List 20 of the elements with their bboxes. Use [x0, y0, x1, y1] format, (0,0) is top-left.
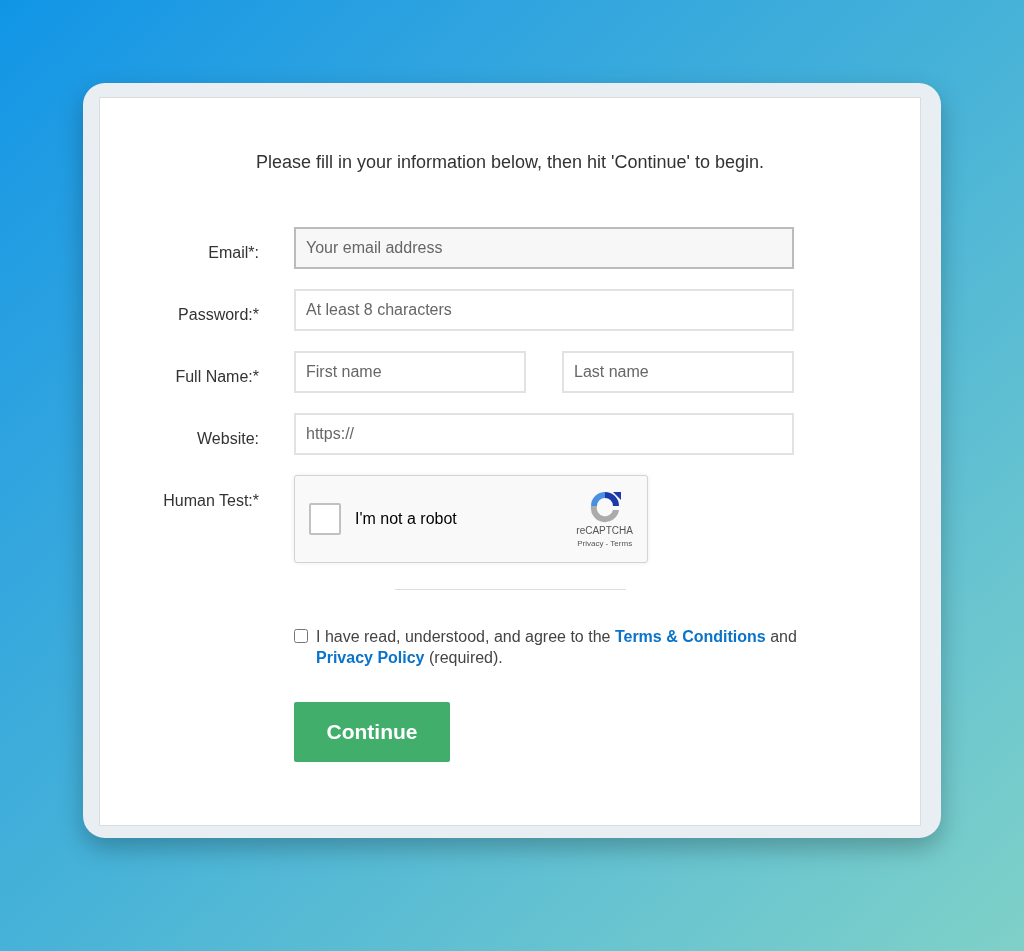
field-label: Email*:: [207, 243, 259, 263]
continue-button[interactable]: Continue: [294, 702, 450, 762]
field-label: Full Name:*: [174, 367, 259, 387]
captcha-links[interactable]: Privacy - Terms: [577, 538, 633, 550]
captcha-checkbox[interactable]: [309, 503, 341, 535]
text-field[interactable]: https://: [294, 413, 794, 455]
intro-text: Please fill in your information below, then hit 'Continue' to begin.: [254, 151, 766, 174]
field-label: Password:*: [177, 305, 259, 325]
text-field[interactable]: Your email address: [294, 227, 794, 269]
agreement-text: I have read, understood, and agree to the Terms & Conditions and Privacy Policy (required).: [316, 627, 798, 668]
text-field[interactable]: Last name: [562, 351, 794, 393]
captcha-label: I'm not a robot: [355, 509, 458, 529]
agreement-link[interactable]: Terms & Conditions: [614, 628, 766, 645]
field-label: Human Test:*: [162, 491, 259, 511]
field-label: Website:: [196, 429, 259, 449]
text-field[interactable]: At least 8 characters: [294, 289, 794, 331]
captcha-brand: reCAPTCHA: [576, 524, 633, 538]
agreement-checkbox[interactable]: [294, 629, 308, 643]
agreement-link[interactable]: Privacy Policy: [316, 649, 425, 666]
text-field[interactable]: First name: [294, 351, 526, 393]
